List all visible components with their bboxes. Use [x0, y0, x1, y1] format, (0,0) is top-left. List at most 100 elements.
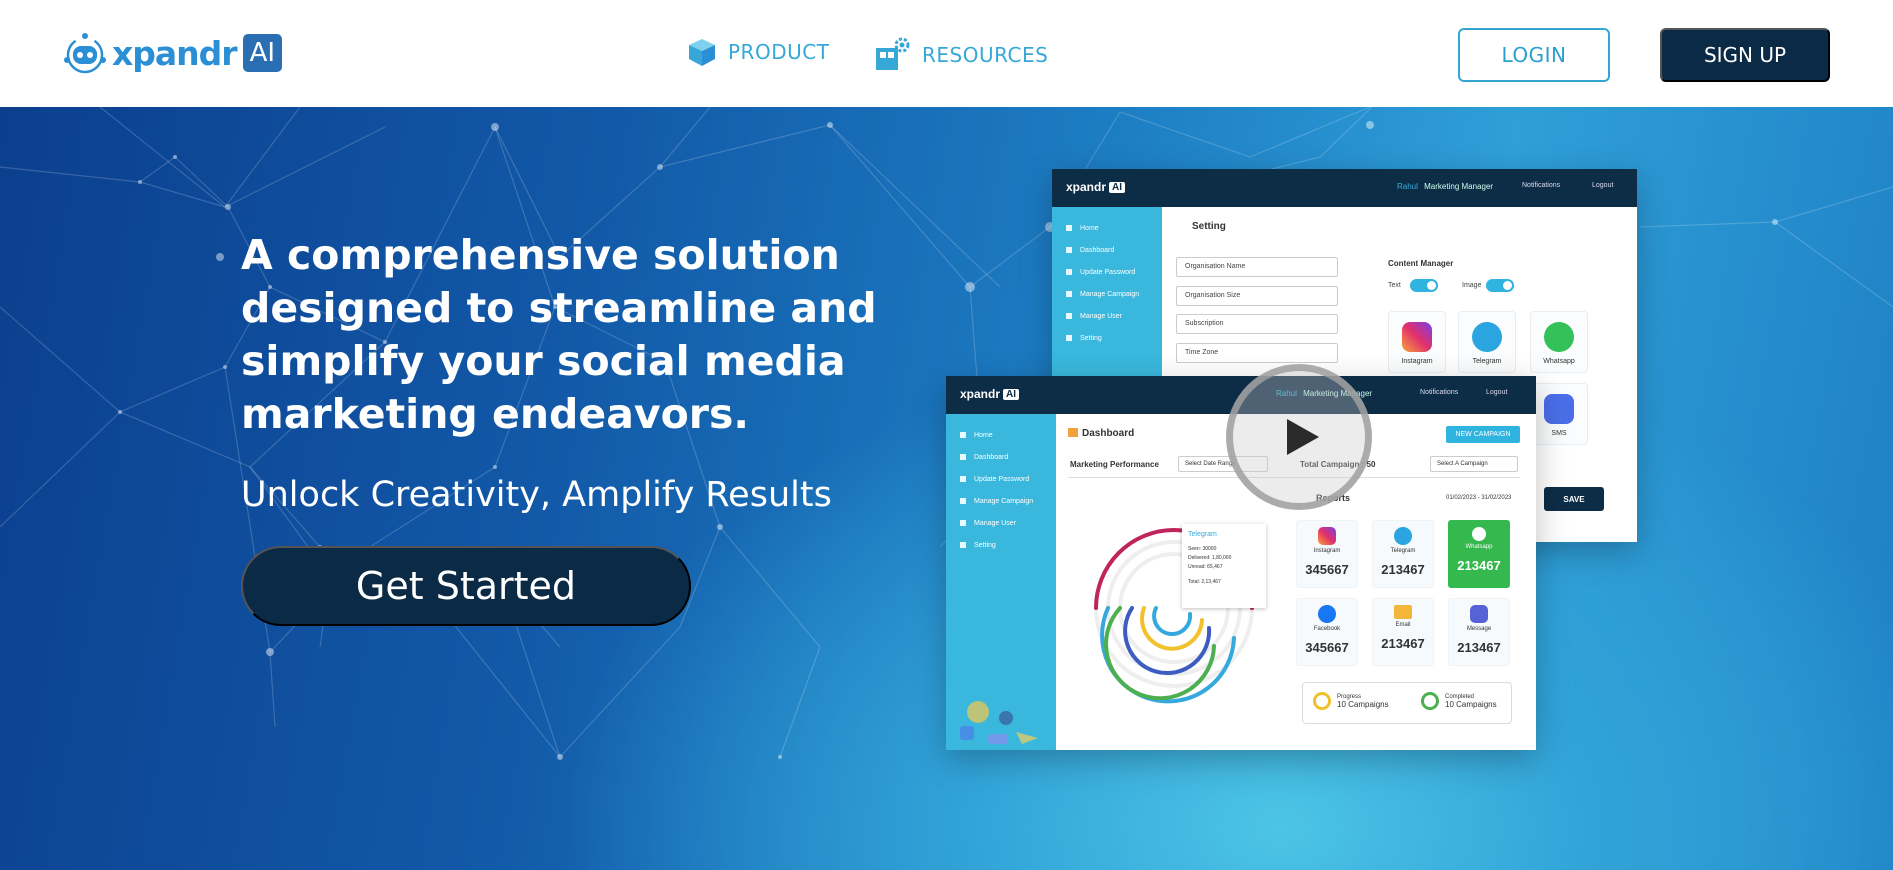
mock-sidebar-label: Setting	[1080, 334, 1102, 342]
stat-value: 345667	[1305, 562, 1349, 577]
mock-completed-item: Completed 10 Campaigns	[1421, 692, 1497, 710]
mock-sidebar-label: Manage User	[974, 519, 1017, 527]
stat-label: Whatsapp	[1465, 544, 1493, 550]
social-emoji-illustration	[960, 701, 1038, 744]
mock-page-title: Setting	[1192, 221, 1226, 232]
nav-link-resources[interactable]: RESOURCES	[874, 36, 1048, 74]
mock-org-name-field: Organisation Name	[1176, 257, 1338, 277]
login-button[interactable]: LOGIN	[1458, 28, 1610, 82]
mock-logout: Logout	[1486, 389, 1508, 396]
mock-app-tile-instagram: Instagram	[1388, 311, 1446, 373]
mock-sidebar-item: Manage User	[946, 512, 1056, 534]
completed-ring-icon	[1421, 692, 1439, 710]
telegram-icon	[1394, 527, 1412, 545]
nav-link-product[interactable]: PRODUCT	[686, 36, 829, 68]
mock-brand-badge: AI	[1003, 388, 1020, 400]
mock-topbar: xpandr AI Rahul Marketing Manager Notifi…	[1052, 169, 1637, 207]
mock-sidebar-item: Dashboard	[1052, 239, 1162, 261]
mock-stat-instagram: Instagram 345667	[1296, 520, 1358, 588]
stat-value: 213467	[1457, 558, 1501, 573]
mock-new-campaign-button: NEW CAMPAIGN	[1446, 426, 1520, 443]
instagram-icon	[1318, 527, 1336, 545]
whatsapp-icon	[1472, 527, 1486, 541]
stat-value: 213467	[1457, 640, 1501, 655]
mock-reports-date: 01/02/2023 - 31/02/2023	[1446, 495, 1512, 501]
email-icon	[1394, 605, 1412, 619]
instagram-icon	[1402, 322, 1432, 352]
stat-label: Telegram	[1390, 548, 1416, 554]
hero-tagline: Unlock Creativity, Amplify Results	[241, 475, 832, 515]
resources-gear-icon	[876, 37, 910, 70]
whatsapp-icon	[1544, 322, 1574, 352]
completed-value: 10 Campaigns	[1445, 699, 1497, 709]
nav-link-label: PRODUCT	[728, 40, 830, 64]
mock-sidebar-label: Setting	[974, 541, 996, 549]
brand-name: xpandr	[112, 33, 238, 73]
mock-sidebar-label: Manage Campaign	[974, 497, 1034, 505]
facebook-icon	[1318, 605, 1336, 623]
mock-sidebar: Home Dashboard Update Password Manage Ca…	[946, 414, 1056, 750]
mock-sidebar-item: Setting	[946, 534, 1056, 556]
mock-sidebar-label: Update Password	[974, 475, 1030, 483]
mock-app-label: Whatsapp	[1543, 358, 1575, 365]
tooltip-title: Telegram	[1188, 531, 1217, 538]
mock-sidebar-item: Home	[946, 424, 1056, 446]
mock-stat-telegram: Telegram 213467	[1372, 520, 1434, 588]
mock-user-role: Marketing Manager	[1424, 182, 1494, 191]
mock-campaign-progress-box: Progress 10 Campaigns Completed 10 Campa…	[1302, 682, 1512, 724]
mock-content-manager-title: Content Manager	[1388, 259, 1454, 268]
mock-app-label: Telegram	[1472, 358, 1502, 365]
message-icon	[1470, 605, 1488, 623]
mock-sidebar-label: Dashboard	[974, 453, 1009, 461]
progress-value: 10 Campaigns	[1337, 699, 1389, 709]
mock-toggle-label: Text	[1388, 282, 1401, 289]
tooltip-line: Total: 2,13,467	[1188, 579, 1221, 585]
mock-stat-whatsapp: Whatsapp 213467	[1448, 520, 1510, 588]
mock-sidebar-item: Home	[1052, 217, 1162, 239]
mock-org-size-field: Organisation Size	[1176, 286, 1338, 306]
telegram-icon	[1472, 322, 1502, 352]
mock-notifications: Notifications	[1522, 182, 1561, 189]
tooltip-line: Unread: 65,467	[1188, 564, 1223, 570]
mock-sidebar-label: Home	[974, 431, 993, 439]
mock-sidebar-item: Setting	[1052, 327, 1162, 349]
mock-brand-name: xpandr	[960, 387, 1001, 401]
signup-button[interactable]: SIGN UP	[1660, 28, 1830, 82]
mock-stat-email: Email 213467	[1372, 598, 1434, 666]
mock-sidebar-item: Manage Campaign	[946, 490, 1056, 512]
stat-label: Facebook	[1313, 626, 1341, 632]
mock-app-tile-telegram: Telegram	[1458, 311, 1516, 373]
stat-label: Message	[1466, 626, 1492, 632]
sms-icon	[1544, 394, 1574, 424]
mock-sidebar-item: Dashboard	[946, 446, 1056, 468]
play-icon	[1287, 419, 1319, 455]
video-play-button[interactable]	[1226, 364, 1372, 510]
mock-logout: Logout	[1592, 182, 1614, 189]
mock-stat-message: Message 213467	[1448, 598, 1510, 666]
mock-marketing-performance-label: Marketing Performance	[1070, 460, 1159, 469]
mock-subscription-select: Subscription	[1176, 314, 1338, 334]
mock-sidebar-item: Manage Campaign	[1052, 283, 1162, 305]
mock-brand-logo: xpandr AI	[960, 387, 1020, 401]
mock-toggle-label: Image	[1462, 282, 1482, 289]
mock-app-tile-whatsapp: Whatsapp	[1530, 311, 1588, 373]
stat-value: 213467	[1381, 562, 1425, 577]
mock-progress-item: Progress 10 Campaigns	[1313, 692, 1389, 710]
mock-timezone-select: Time Zone	[1176, 343, 1338, 363]
mock-sidebar-label: Update Password	[1080, 268, 1136, 276]
mock-sidebar-label: Manage User	[1080, 312, 1123, 320]
mock-user-info: Rahul Marketing Manager	[1397, 182, 1493, 191]
mock-sidebar-label: Dashboard	[1080, 246, 1115, 254]
brand-logo[interactable]: xpandr AI	[62, 30, 283, 76]
dashboard-title-icon	[1068, 428, 1078, 437]
stat-label: Instagram	[1313, 548, 1341, 554]
mock-text-toggle	[1410, 279, 1438, 292]
mock-sidebar-label: Manage Campaign	[1080, 290, 1140, 298]
mock-app-label: Instagram	[1401, 358, 1433, 365]
get-started-button[interactable]: Get Started	[241, 546, 691, 626]
stat-label: Email	[1395, 622, 1411, 628]
tooltip-line: Delivered: 1,80,000	[1188, 555, 1232, 561]
mock-sidebar-item: Manage User	[1052, 305, 1162, 327]
mock-brand-badge: AI	[1109, 181, 1126, 193]
stat-value: 213467	[1381, 636, 1425, 651]
